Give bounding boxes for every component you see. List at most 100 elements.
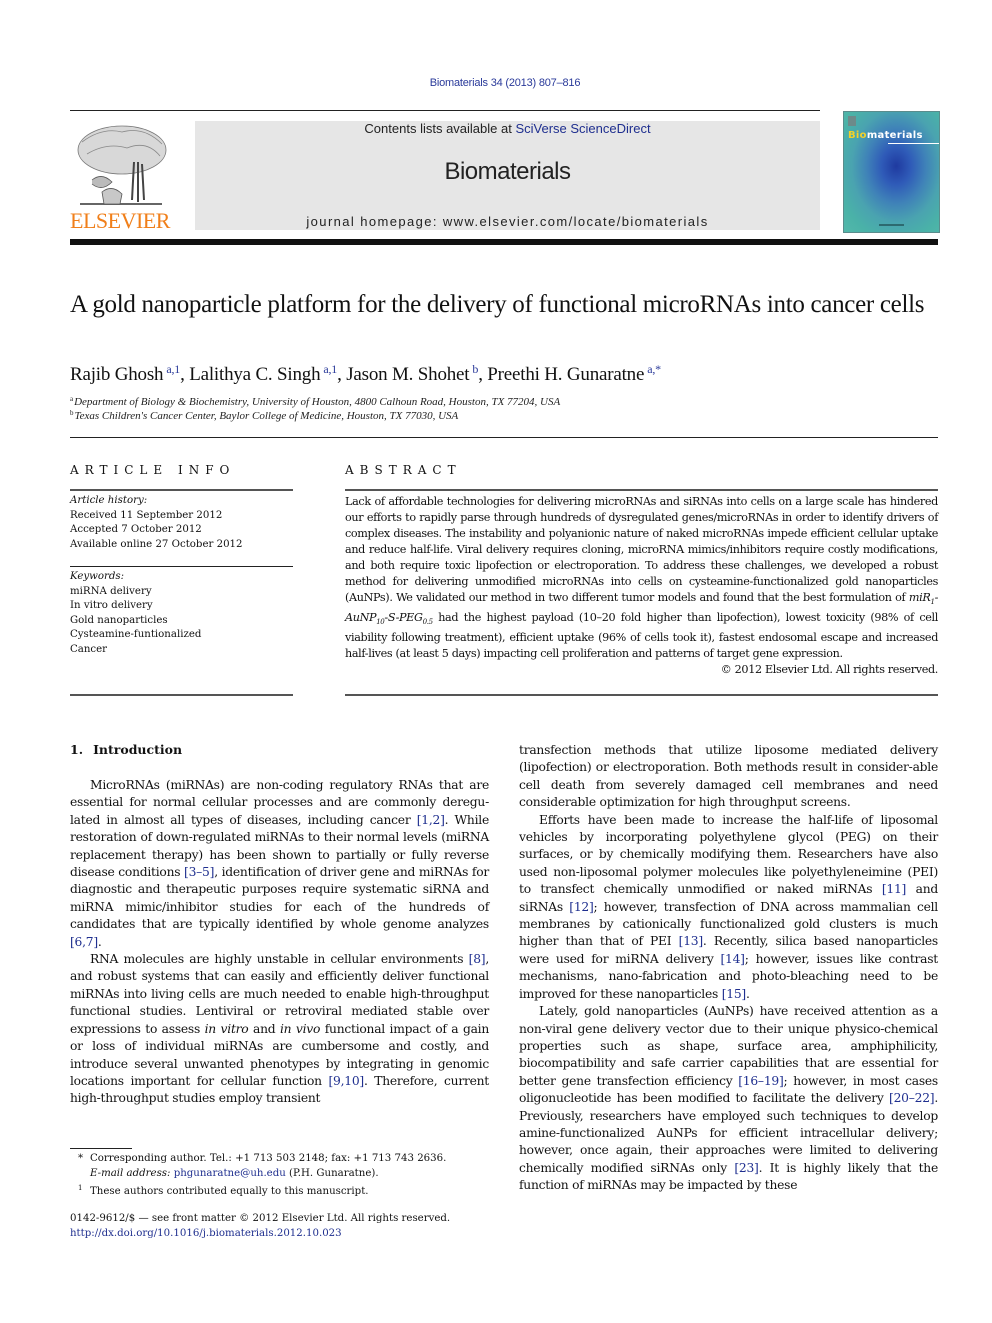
body-paragraph: RNA molecules are highly unstable in cel…: [70, 951, 489, 1108]
citation-reference-link[interactable]: [11]: [882, 882, 907, 896]
citation-reference-link[interactable]: [15]: [722, 987, 747, 1001]
body-column-left: MicroRNAs (miRNAs) are non-coding regula…: [70, 777, 489, 1108]
elsevier-tree-icon: [77, 125, 167, 205]
title-block-rule: [70, 437, 938, 438]
affiliation-mark: a: [70, 395, 74, 403]
keyword: Gold nanoparticles: [70, 614, 168, 626]
citation-reference-link[interactable]: [3–5]: [184, 865, 214, 879]
citation-reference-link[interactable]: [1,2]: [417, 813, 445, 827]
citation-reference-link[interactable]: [13]: [679, 934, 704, 948]
body-text: .: [745, 986, 750, 1001]
author-affiliation-mark[interactable]: a,*: [647, 362, 661, 376]
footnote-text: Corresponding author. Tel.: +1 713 503 2…: [90, 1153, 447, 1164]
article-info-divider: [70, 566, 293, 567]
italic-term: in vitro: [204, 1021, 249, 1036]
article-title: A gold nanoparticle platform for the del…: [70, 291, 925, 318]
contents-line: Contents lists available at SciVerse Sci…: [195, 121, 820, 136]
affiliation: bTexas Children's Cancer Center, Baylor …: [70, 409, 458, 422]
footnote-text: These authors contributed equally to thi…: [90, 1186, 369, 1198]
citation-reference-link[interactable]: [16–19]: [738, 1074, 784, 1088]
cover-title: Biomaterials: [848, 130, 923, 141]
journal-homepage[interactable]: journal homepage: www.elsevier.com/locat…: [195, 214, 820, 229]
body-paragraph: Efforts have been made to increase the h…: [519, 812, 938, 1003]
author[interactable]: Rajib Ghosh a,1: [70, 362, 180, 385]
header-thick-rule: [70, 239, 938, 245]
abstract-body: Lack of affordable technologies for deli…: [345, 494, 938, 678]
italic-term: in vivo: [279, 1021, 321, 1036]
citation-reference-link[interactable]: [12]: [569, 900, 594, 914]
cover-footer-mark: [879, 224, 904, 226]
footnote-equal-contribution: 1 These authors contributed equally to th…: [78, 1181, 446, 1200]
abstract-heading: ABSTRACT: [345, 463, 462, 477]
elsevier-logo[interactable]: ELSEVIER: [70, 122, 170, 232]
article-info-heading: ARTICLE INFO: [70, 463, 236, 477]
body-paragraph: MicroRNAs (miRNAs) are non-coding regula…: [70, 777, 489, 951]
cover-title-accent: Bio: [848, 130, 867, 141]
abstract-text-part: Lack of affordable technologies for deli…: [345, 495, 938, 604]
keyword: Cancer: [70, 643, 108, 655]
body-text: and: [248, 1021, 280, 1036]
abstract-text: Lack of affordable technologies for deli…: [345, 494, 938, 662]
author-affiliation-mark[interactable]: a,1: [323, 362, 337, 376]
body-text: .: [97, 934, 102, 949]
footnote-corresponding: * Corresponding author. Tel.: +1 713 503 …: [78, 1152, 446, 1167]
affiliation-mark: b: [70, 409, 74, 417]
affiliation-text: Department of Biology & Biochemistry, Un…: [74, 396, 561, 408]
body-column-right: transfection methods that utilize liposo…: [519, 742, 938, 1195]
author[interactable]: Lalithya C. Singh a,1: [189, 362, 337, 385]
article-history: Article history: Received 11 September 2…: [70, 494, 293, 552]
journal-name: Biomaterials: [444, 158, 571, 185]
keywords: Keywords: miRNA delivery In vitro delive…: [70, 570, 293, 657]
article-info-bottom-rule: [70, 694, 293, 696]
section-heading-introduction: 1. Introduction: [70, 742, 182, 757]
citation-reference-link[interactable]: [8]: [469, 952, 486, 966]
author[interactable]: Jason M. Shohet b: [346, 362, 478, 385]
cover-elsevier-mark-icon: [848, 116, 856, 126]
article-history-label: Article history:: [70, 495, 148, 506]
author[interactable]: Preethi H. Gunaratne a,*: [487, 362, 661, 385]
keyword: Cysteamine-funtionalized: [70, 629, 202, 640]
citation-reference-link[interactable]: [6,7]: [70, 935, 98, 949]
citation-reference-link[interactable]: [9,10]: [328, 1074, 364, 1088]
footnote-mark: 1: [78, 1184, 83, 1193]
citation-reference-link[interactable]: [20–22]: [889, 1091, 935, 1105]
abstract-text-part: had the highest payload (10–20 fold high…: [345, 611, 938, 661]
author-affiliation-mark[interactable]: b: [472, 362, 478, 376]
body-text: RNA molecules are highly unstable in cel…: [90, 952, 469, 967]
author-name: Jason M. Shohet: [346, 364, 470, 385]
affiliation: aDepartment of Biology & Biochemistry, U…: [70, 395, 560, 408]
footnote-rule: [70, 1148, 132, 1149]
author-name: Lalithya C. Singh: [189, 364, 321, 385]
body-paragraph: Lately, gold nanoparticles (AuNPs) have …: [519, 1003, 938, 1194]
keyword: miRNA delivery: [70, 585, 152, 597]
footnote-email: E-mail address: phgunaratne@uh.edu (P.H.…: [78, 1167, 446, 1182]
email-link[interactable]: phgunaratne@uh.edu: [174, 1168, 286, 1179]
history-received: Received 11 September 2012: [70, 509, 223, 521]
contents-prefix: Contents lists available at: [364, 121, 516, 136]
journal-citation[interactable]: Biomaterials 34 (2013) 807–816: [0, 77, 992, 89]
citation-reference-link[interactable]: [23]: [734, 1161, 759, 1175]
abstract-rule: [345, 489, 938, 491]
body-paragraph: transfection methods that utilize liposo…: [519, 742, 938, 812]
body-text: transfection methods that utilize liposo…: [519, 743, 938, 810]
keywords-label: Keywords:: [70, 571, 125, 582]
sciencedirect-link[interactable]: SciVerse ScienceDirect: [515, 121, 650, 136]
journal-banner: Contents lists available at SciVerse Sci…: [195, 121, 820, 230]
header-rule: [70, 110, 820, 111]
footnotes: * Corresponding author. Tel.: +1 713 503 …: [78, 1152, 446, 1200]
doi-link[interactable]: http://dx.doi.org/10.1016/j.biomaterials…: [70, 1228, 342, 1239]
citation-reference-link[interactable]: [14]: [720, 952, 745, 966]
journal-cover-thumbnail[interactable]: Biomaterials: [843, 111, 940, 233]
history-online: Available online 27 October 2012: [70, 538, 243, 550]
abstract-bottom-rule: [345, 694, 938, 696]
footnote-mark: *: [78, 1153, 84, 1164]
keyword: In vitro delivery: [70, 600, 153, 611]
author-affiliation-mark[interactable]: a,1: [166, 362, 180, 376]
article-info-rule: [70, 489, 293, 491]
email-label: E-mail address:: [90, 1167, 174, 1179]
author-name: Rajib Ghosh: [70, 364, 164, 385]
author-list: Rajib Ghosh a,1, Lalithya C. Singh a,1, Ja…: [70, 362, 661, 385]
section-number: 1.: [70, 742, 84, 757]
cover-rule: [888, 143, 939, 144]
email-suffix: (P.H. Gunaratne).: [285, 1167, 379, 1179]
